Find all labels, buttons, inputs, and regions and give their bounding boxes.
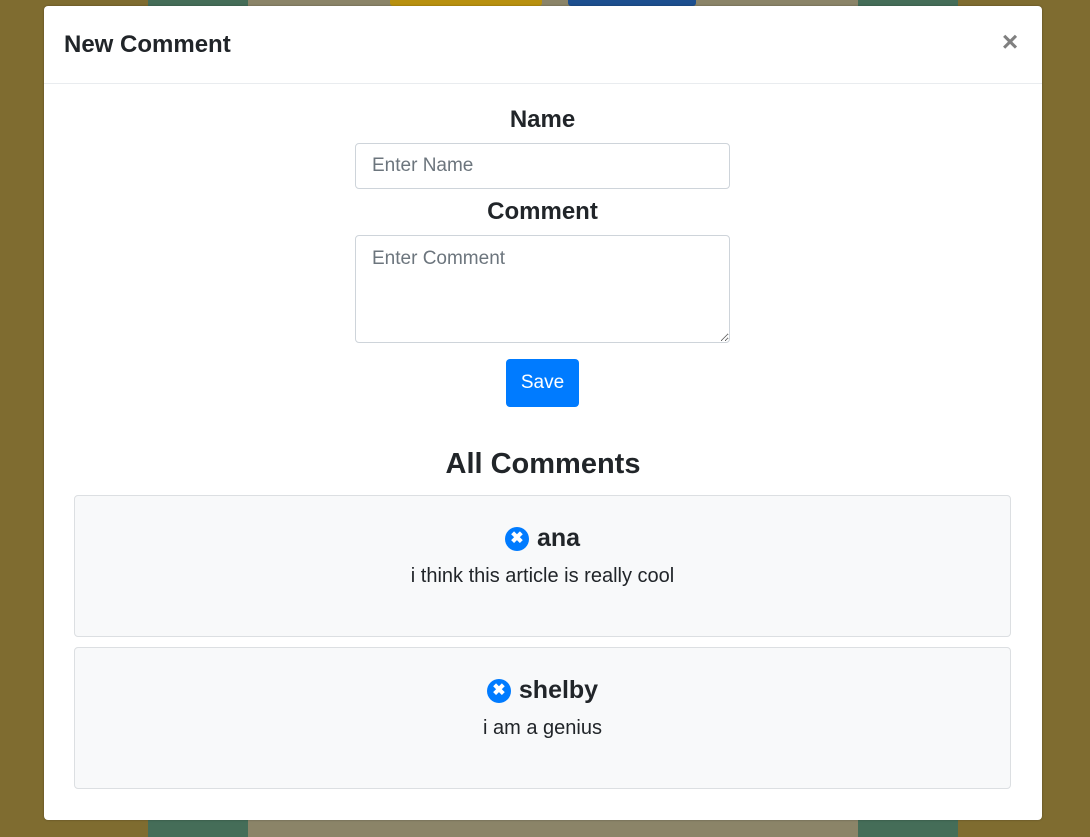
delete-comment-icon[interactable]: ✖ (504, 526, 529, 551)
modal-title: New Comment (64, 31, 231, 58)
name-input[interactable] (355, 143, 730, 189)
comment-header: ✖ ana (75, 524, 1010, 553)
all-comments-title: All Comments (445, 448, 641, 480)
comment-textarea[interactable] (355, 235, 730, 343)
comment-body: i am a genius (483, 717, 602, 739)
delete-comment-icon[interactable]: ✖ (486, 678, 511, 703)
comment-body: i think this article is really cool (410, 565, 675, 587)
comment-author: ana (536, 524, 581, 552)
comment-header: ✖ shelby (75, 676, 1010, 705)
save-button[interactable]: Save (506, 359, 579, 407)
new-comment-modal: New Comment × Name Comment Save All Comm… (44, 6, 1042, 820)
name-label: Name (509, 106, 576, 133)
comment-card: ✖ shelby i am a genius (74, 647, 1011, 789)
comment-form: Name Comment Save (355, 106, 730, 407)
comment-label: Comment (487, 198, 598, 225)
comment-author: shelby (518, 676, 599, 704)
close-icon[interactable]: × (996, 28, 1024, 56)
modal-header: New Comment × (44, 6, 1042, 84)
comment-card: ✖ ana i think this article is really coo… (74, 495, 1011, 637)
